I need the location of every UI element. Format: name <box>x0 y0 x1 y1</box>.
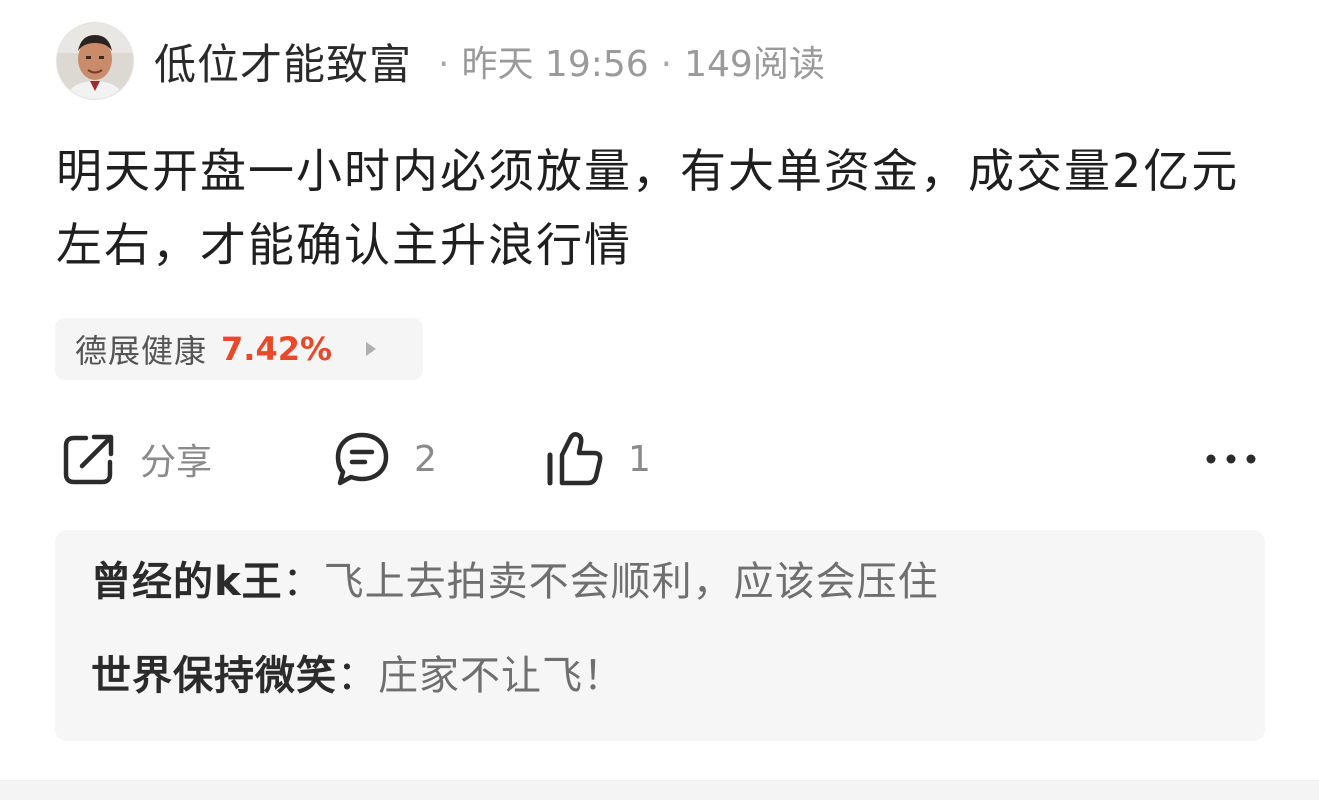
meta-separator: · <box>660 44 673 85</box>
comment-preview[interactable]: 曾经的k王：飞上去拍卖不会顺利，应该会压住 世界保持微笑：庄家不让飞！ <box>55 530 1265 741</box>
comment-button[interactable]: 2 <box>332 426 437 492</box>
stock-name: 德展健康 <box>75 332 208 370</box>
comment-separator: ： <box>337 653 378 699</box>
share-button[interactable]: 分享 <box>60 426 212 492</box>
post-time: 昨天 19:56 <box>461 44 649 85</box>
comment-count: 2 <box>414 438 437 480</box>
comment-icon <box>335 432 389 486</box>
avatar[interactable] <box>56 22 134 100</box>
comment-item[interactable]: 世界保持微笑：庄家不让飞！ <box>91 652 1265 700</box>
like-button[interactable]: 1 <box>544 426 651 492</box>
thumbs-up-icon <box>547 432 603 486</box>
post-card: 低位才能致富 · 昨天 19:56 · 149阅读 明天开盘一小时内必须放量，有大单资… <box>0 0 1319 780</box>
avatar-image <box>57 23 133 99</box>
share-icon <box>63 434 114 485</box>
more-button[interactable] <box>1196 426 1266 492</box>
section-divider <box>0 780 1319 800</box>
action-bar: 分享 2 1 <box>56 426 1266 492</box>
comment-item[interactable]: 曾经的k王：飞上去拍卖不会顺利，应该会压住 <box>91 558 1265 606</box>
comment-user[interactable]: 曾经的k王 <box>91 559 283 605</box>
meta-separator: · <box>438 44 450 85</box>
share-label: 分享 <box>140 442 213 483</box>
comment-separator: ： <box>282 559 324 605</box>
post-header: 低位才能致富 · 昨天 19:56 · 149阅读 <box>56 22 825 100</box>
read-count: 149阅读 <box>684 44 825 85</box>
stock-tag[interactable]: 德展健康 7.42% <box>55 318 423 380</box>
chevron-right-icon <box>366 342 377 356</box>
author-name[interactable]: 低位才能致富 <box>154 31 412 92</box>
post-content[interactable]: 明天开盘一小时内必须放量，有大单资金，成交量2亿元左右，才能确认主升浪行情 <box>56 134 1276 282</box>
stock-change: 7.42% <box>221 330 333 368</box>
comment-text: 庄家不让飞！ <box>378 653 624 699</box>
like-count: 1 <box>628 438 651 480</box>
comment-text: 飞上去拍卖不会顺利，应该会压住 <box>323 559 939 605</box>
comment-user[interactable]: 世界保持微笑 <box>91 653 337 699</box>
post-meta: · 昨天 19:56 · 149阅读 <box>426 35 825 87</box>
more-icon <box>1206 454 1256 464</box>
